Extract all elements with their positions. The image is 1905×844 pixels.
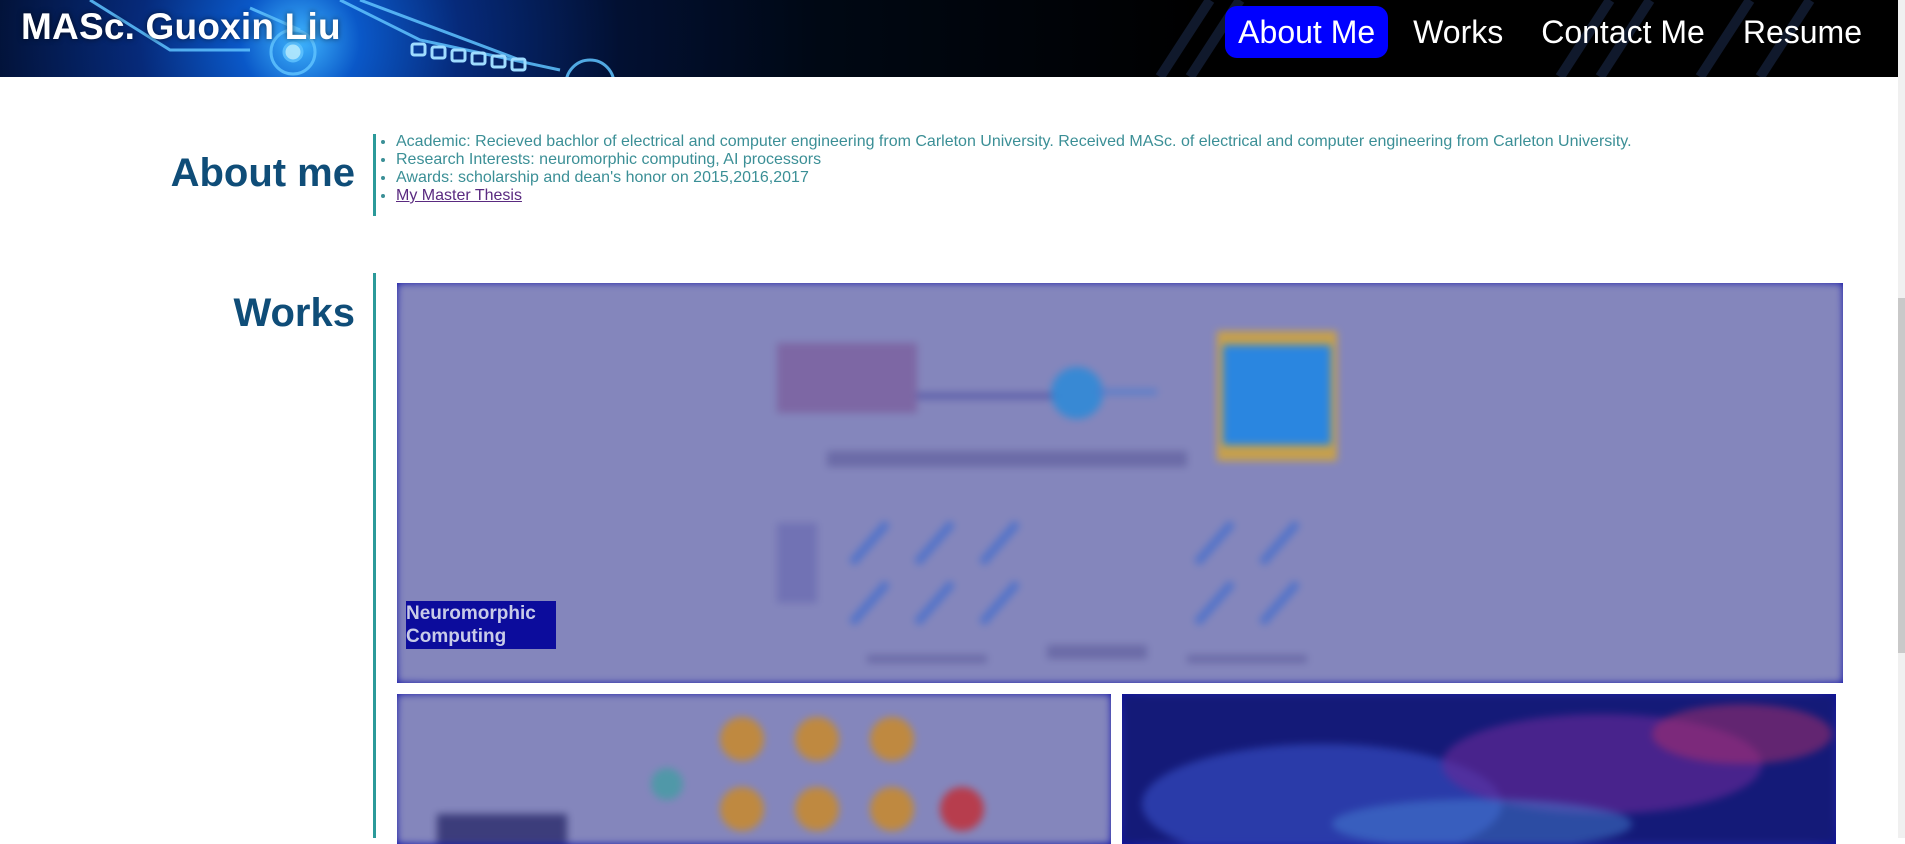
nav-about-me[interactable]: About Me (1225, 6, 1389, 58)
nav-contact-me[interactable]: Contact Me (1528, 6, 1718, 58)
about-item-thesis: My Master Thesis (396, 187, 1632, 205)
works-heading: Works (233, 291, 355, 335)
scrollbar-thumb[interactable] (1898, 298, 1905, 653)
nav-resume[interactable]: Resume (1730, 6, 1875, 58)
works-divider (373, 273, 376, 838)
work-tile-3[interactable] (1122, 694, 1836, 844)
work-tile-3-image (1122, 694, 1836, 844)
site-header: MASc. Guoxin Liu About Me Works Contact … (0, 0, 1905, 77)
about-heading: About me (170, 151, 355, 195)
work-tile-2-image (397, 694, 1111, 844)
top-nav: About Me Works Contact Me Resume (1225, 6, 1875, 58)
about-list: Academic: Recieved bachlor of electrical… (378, 133, 1632, 205)
neuromorphic-diagram-image (397, 283, 1843, 683)
about-item-awards: Awards: scholarship and dean's honor on … (396, 169, 1632, 187)
site-title[interactable]: MASc. Guoxin Liu (21, 6, 341, 48)
about-item-research: Research Interests: neuromorphic computi… (396, 151, 1632, 169)
work-tile-2[interactable] (397, 694, 1111, 844)
about-item-academic: Academic: Recieved bachlor of electrical… (396, 133, 1632, 151)
about-divider (373, 134, 376, 216)
master-thesis-link[interactable]: My Master Thesis (396, 187, 522, 204)
work-tile-neuromorphic[interactable]: Neuromorphic Computing (397, 283, 1843, 683)
tile-caption: Neuromorphic Computing (406, 601, 556, 649)
nav-works[interactable]: Works (1400, 6, 1516, 58)
